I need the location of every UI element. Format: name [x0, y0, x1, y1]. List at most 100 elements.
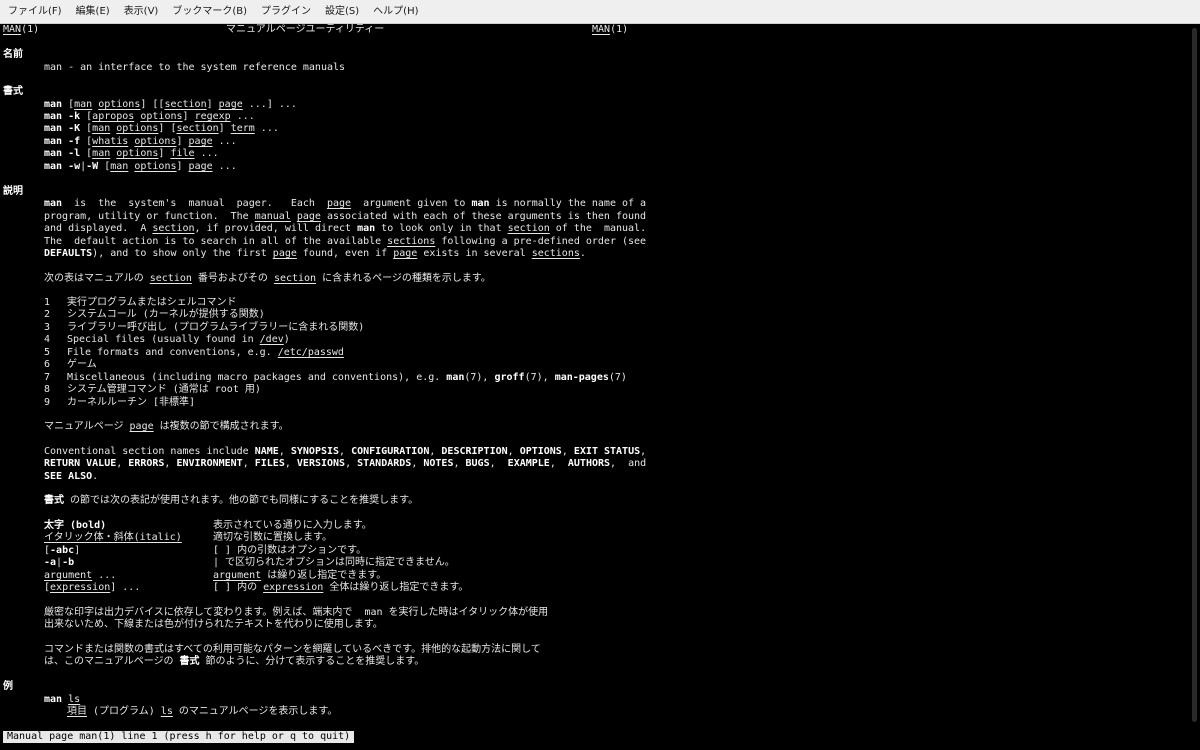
synopsis-arg: man: [74, 99, 93, 110]
synopsis-arg: options: [116, 148, 159, 159]
desc-bold: SYNOPSIS: [290, 446, 340, 457]
desc-text: に含まれるページの種類を示します。: [316, 273, 491, 284]
desc-text: のマニュアルページを表示します。: [172, 706, 338, 717]
synopsis-arg: regexp: [194, 111, 231, 122]
synopsis-text: ...: [194, 148, 219, 159]
desc-arg: page: [326, 198, 352, 209]
desc-text: The default action is to search in all o…: [44, 236, 388, 247]
synopsis-cmd: man -K: [44, 123, 81, 134]
synopsis-arg: page: [188, 161, 213, 172]
conv-term: -a|-b: [44, 557, 74, 569]
synopsis-text: ...] ...: [242, 99, 297, 110]
synopsis-arg: options: [116, 123, 159, 134]
menu-file[interactable]: ファイル(F): [0, 0, 69, 23]
conv-term: argument ...: [44, 570, 116, 582]
desc-arg: page: [272, 248, 297, 259]
section-table-row: 5: [44, 347, 50, 359]
desc-text: found, even if: [296, 248, 394, 259]
synopsis-cmd: man -w: [44, 161, 81, 172]
desc-text: マニュアルページ: [44, 421, 130, 432]
section-table-row: 1: [44, 297, 50, 309]
synopsis-text: [: [80, 123, 93, 134]
menu-help[interactable]: ヘルプ(H): [366, 0, 425, 23]
description-line: SEE ALSO.: [44, 471, 98, 483]
desc-arg: 項目: [67, 706, 87, 717]
desc-text: and displayed. A: [44, 223, 153, 234]
desc-bold: EXIT STATUS: [573, 446, 641, 457]
section-number: 8: [44, 384, 51, 395]
desc-text: ,: [489, 458, 508, 469]
desc-text: ,: [640, 446, 647, 457]
section-table-row: 4: [44, 334, 50, 346]
menu-edit[interactable]: 編集(E): [69, 0, 117, 23]
synopsis-line: man -k [apropos options] regexp ...: [44, 111, 255, 123]
description-line: Conventional section names include NAME,…: [44, 446, 646, 458]
desc-text: .: [579, 248, 586, 259]
desc-text: (7),: [524, 372, 555, 383]
header-right-name: MAN: [592, 24, 611, 35]
desc-bold: AUTHORS: [567, 458, 611, 469]
section-table-desc: Miscellaneous (including macro packages …: [67, 372, 627, 384]
desc-bold: BUGS: [465, 458, 490, 469]
man-header-right: MAN(1): [592, 24, 628, 36]
section-heading-synopsis: 書式: [3, 86, 23, 97]
synopsis-arg: term: [230, 123, 255, 134]
desc-bold: OPTIONS: [519, 446, 562, 457]
description-line: コマンドまたは関数の書式はすべての利用可能なパターンを網羅しているべきです。排他…: [44, 644, 541, 655]
desc-arg: sections: [387, 236, 436, 247]
desc-text: ,: [549, 458, 568, 469]
desc-arg: section: [149, 273, 192, 284]
section-table-desc: システムコール (カーネルが提供する関数): [67, 309, 265, 320]
desc-bold: man-pages: [554, 372, 609, 383]
section-table-row: 3: [44, 322, 50, 334]
desc-text: [ ] 内の: [213, 582, 264, 593]
desc-bold: NOTES: [423, 458, 454, 469]
desc-text: Miscellaneous (including macro packages …: [67, 372, 447, 383]
desc-bold: man: [44, 694, 63, 705]
synopsis-arg: file: [170, 148, 195, 159]
desc-text: ]: [74, 545, 81, 556]
desc-arg: ls: [68, 694, 81, 705]
synopsis-text: [: [80, 148, 93, 159]
synopsis-text: ]: [176, 136, 189, 147]
synopsis-text: ...: [254, 123, 279, 134]
synopsis-text: [: [98, 161, 111, 172]
desc-arg: page: [129, 421, 154, 432]
section-table-row: 9: [44, 397, 50, 409]
menu-view[interactable]: 表示(V): [117, 0, 166, 23]
menu-plugins[interactable]: プラグイン: [254, 0, 318, 23]
desc-arg: sections: [531, 248, 580, 259]
desc-bold: CONFIGURATION: [351, 446, 430, 457]
terminal-view[interactable]: MAN(1) マニュアルページユーティリティー MAN(1) 名前 man - …: [0, 24, 1188, 726]
desc-text: program, utility or function. The: [44, 211, 255, 222]
synopsis-text: ]: [176, 161, 189, 172]
desc-bold: ENVIRONMENT: [176, 458, 243, 469]
desc-text: ): [283, 334, 290, 345]
section-table-desc: Special files (usually found in /dev): [67, 334, 290, 346]
synopsis-arg: man: [110, 161, 129, 172]
desc-text: to look only in that: [375, 223, 508, 234]
synopsis-text: ...: [212, 136, 237, 147]
synopsis-arg: section: [176, 123, 219, 134]
desc-text: .: [92, 471, 99, 482]
desc-bold: man: [446, 372, 465, 383]
section-number: 1: [44, 297, 51, 308]
synopsis-cmd: man -f: [44, 136, 81, 147]
section-number: 5: [44, 347, 51, 358]
desc-text: Special files (usually found in: [67, 334, 260, 345]
conv-term: [expression] ...: [44, 582, 140, 594]
desc-text: ,: [345, 458, 358, 469]
scrollbar-thumb[interactable]: [1192, 28, 1197, 722]
conv-desc: 表示されている通りに入力します。: [213, 520, 372, 531]
description-line: は、このマニュアルページの 書式 節のように、分けて表示することを推奨します。: [44, 656, 424, 668]
desc-bold: ERRORS: [128, 458, 165, 469]
menu-settings[interactable]: 設定(S): [318, 0, 366, 23]
menu-bookmarks[interactable]: ブックマーク(B): [165, 0, 254, 23]
vertical-scrollbar[interactable]: [1188, 24, 1200, 726]
header-right-section: (1): [610, 24, 629, 35]
synopsis-text: [: [62, 99, 75, 110]
synopsis-arg: options: [134, 161, 177, 172]
synopsis-text: [: [80, 136, 93, 147]
desc-bold: groff: [494, 372, 525, 383]
desc-bold: RETURN VALUE: [44, 458, 117, 469]
